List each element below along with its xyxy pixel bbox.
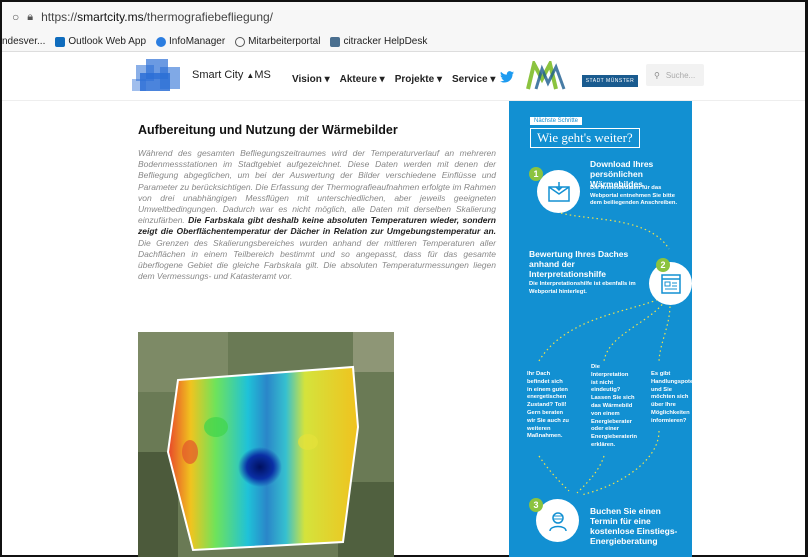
step1-text: Die Anmeldedaten für das Webportal entne… bbox=[590, 185, 678, 207]
lock-icon[interactable]: 🔒︎ bbox=[27, 11, 33, 24]
document-chart-icon bbox=[660, 273, 681, 294]
step2-title: Bewertung Ihres Daches anhand der Interp… bbox=[529, 249, 629, 279]
step1-badge: 1 bbox=[529, 167, 543, 181]
article-title: Aufbereitung und Nutzung der Wärmebilder bbox=[138, 123, 398, 137]
step3-title: Buchen Sie einen Termin für eine kostenl… bbox=[590, 506, 678, 546]
option-potential: Es gibt Handlungspotenzial und Sie möcht… bbox=[651, 371, 707, 424]
bookmark-outlook[interactable]: Outlook Web App bbox=[55, 36, 146, 47]
thermography-image bbox=[138, 332, 394, 557]
infomanager-icon bbox=[156, 36, 167, 47]
address-bar[interactable]: ○ 🔒︎ https://smartcity.ms/thermografiebe… bbox=[2, 2, 805, 32]
stadt-muenster-logo[interactable]: STADT MÜNSTER bbox=[582, 75, 638, 87]
nav-akteure[interactable]: Akteure ▾ bbox=[340, 74, 385, 85]
citracker-icon bbox=[330, 36, 341, 47]
muenster-m-logo[interactable] bbox=[526, 61, 568, 91]
step2-circle bbox=[649, 262, 692, 305]
step1-circle bbox=[537, 170, 580, 213]
outlook-icon bbox=[55, 36, 66, 47]
article-text: Während des gesamten Befliegungszeitraum… bbox=[138, 148, 496, 282]
advisor-icon bbox=[548, 511, 567, 531]
nav-projekte[interactable]: Projekte ▾ bbox=[395, 74, 442, 85]
bookmark-infomanager[interactable]: InfoManager bbox=[156, 36, 225, 47]
globe-icon bbox=[235, 36, 246, 47]
url-text[interactable]: https://smartcity.ms/thermografiebeflieg… bbox=[41, 10, 273, 24]
main-nav: Vision ▾ Akteure ▾ Projekte ▾ Service ▾ bbox=[292, 74, 505, 85]
bookmark-citracker[interactable]: citracker HelpDesk bbox=[330, 36, 427, 47]
nav-service[interactable]: Service ▾ bbox=[452, 74, 495, 85]
smart-city-logo[interactable] bbox=[132, 59, 182, 95]
search-input[interactable]: ⚲ Suche... bbox=[646, 64, 704, 86]
brand-name[interactable]: Smart City ▲MS bbox=[192, 69, 271, 81]
bookmark-item[interactable]: ndesver... bbox=[2, 36, 45, 47]
search-icon: ⚲ bbox=[654, 70, 660, 80]
envelope-icon bbox=[547, 181, 570, 202]
step2-badge: 2 bbox=[656, 258, 670, 272]
shield-icon[interactable]: ○ bbox=[12, 10, 19, 24]
twitter-icon[interactable] bbox=[500, 71, 514, 83]
next-steps-panel: Nächste Schritte Wie geht's weiter? 1 Do… bbox=[509, 101, 707, 557]
step3-badge: 3 bbox=[529, 498, 543, 512]
step2-text: Die Interpretationshilfe ist ebenfalls i… bbox=[529, 281, 636, 295]
option-good-state: Ihr Dach befindet sich in einem guten en… bbox=[527, 371, 569, 440]
site-header: Smart City ▲MS Vision ▾ Akteure ▾ Projek… bbox=[2, 53, 805, 101]
nav-vision[interactable]: Vision ▾ bbox=[292, 74, 330, 85]
option-unclear: Die Interpretation ist nicht eindeutig? … bbox=[591, 364, 638, 448]
bookmarks-bar: ndesver... Outlook Web App InfoManager M… bbox=[2, 32, 805, 52]
bookmark-mitarbeiterportal[interactable]: Mitarbeiterportal bbox=[235, 36, 320, 47]
